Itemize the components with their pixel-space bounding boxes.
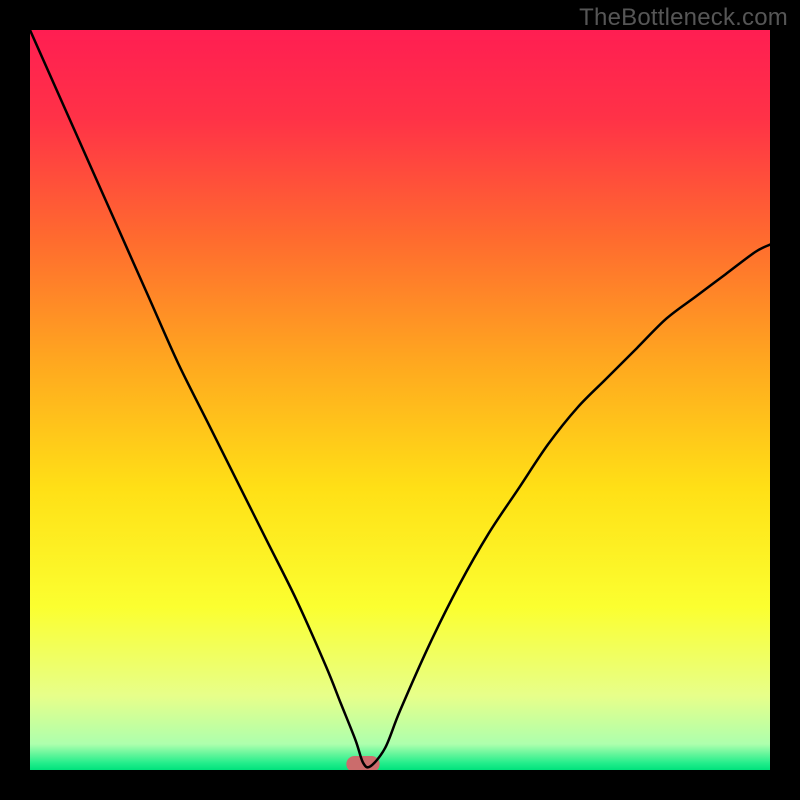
plot-area [30,30,770,770]
chart-frame: TheBottleneck.com [0,0,800,800]
bottleneck-chart [30,30,770,770]
watermark-text: TheBottleneck.com [579,4,788,32]
gradient-background [30,30,770,770]
